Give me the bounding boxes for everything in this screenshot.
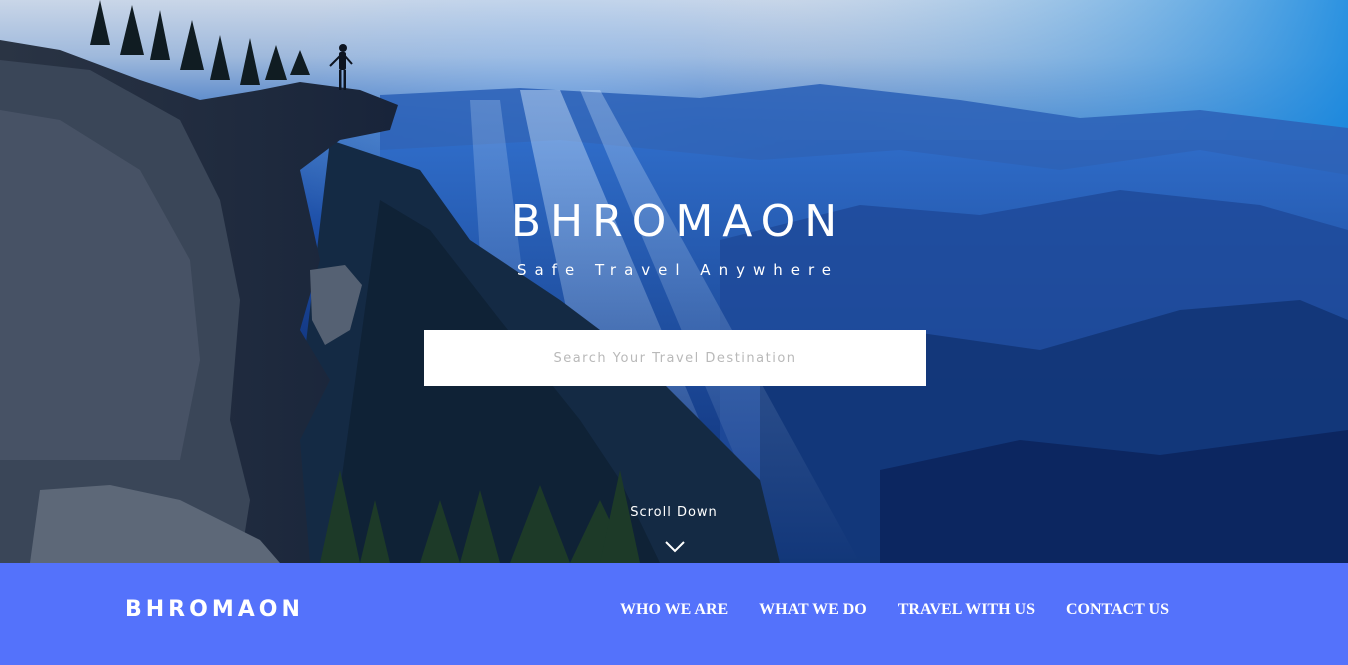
destination-search-input[interactable] [424,330,926,386]
nav-link-contact-us[interactable]: CONTACT US [1066,601,1169,619]
hero-tagline: Safe Travel Anywhere [516,261,840,279]
scroll-down-link[interactable]: Scroll Down [0,505,1348,520]
hero-title: BHROMAON [510,196,847,247]
nav-logo[interactable]: BHROMAON [125,597,304,622]
nav-link-who-we-are[interactable]: WHO WE ARE [620,601,728,619]
nav-links: WHO WE ARE WHAT WE DO TRAVEL WITH US CON… [620,601,1169,619]
chevron-down-icon[interactable] [664,540,686,554]
main-navbar: BHROMAON WHO WE ARE WHAT WE DO TRAVEL WI… [0,563,1348,665]
hero-background-image [0,0,1348,563]
nav-link-travel-with-us[interactable]: TRAVEL WITH US [898,601,1035,619]
nav-link-what-we-do[interactable]: WHAT WE DO [759,601,867,619]
hero-section: BHROMAON Safe Travel Anywhere Scroll Dow… [0,0,1348,563]
